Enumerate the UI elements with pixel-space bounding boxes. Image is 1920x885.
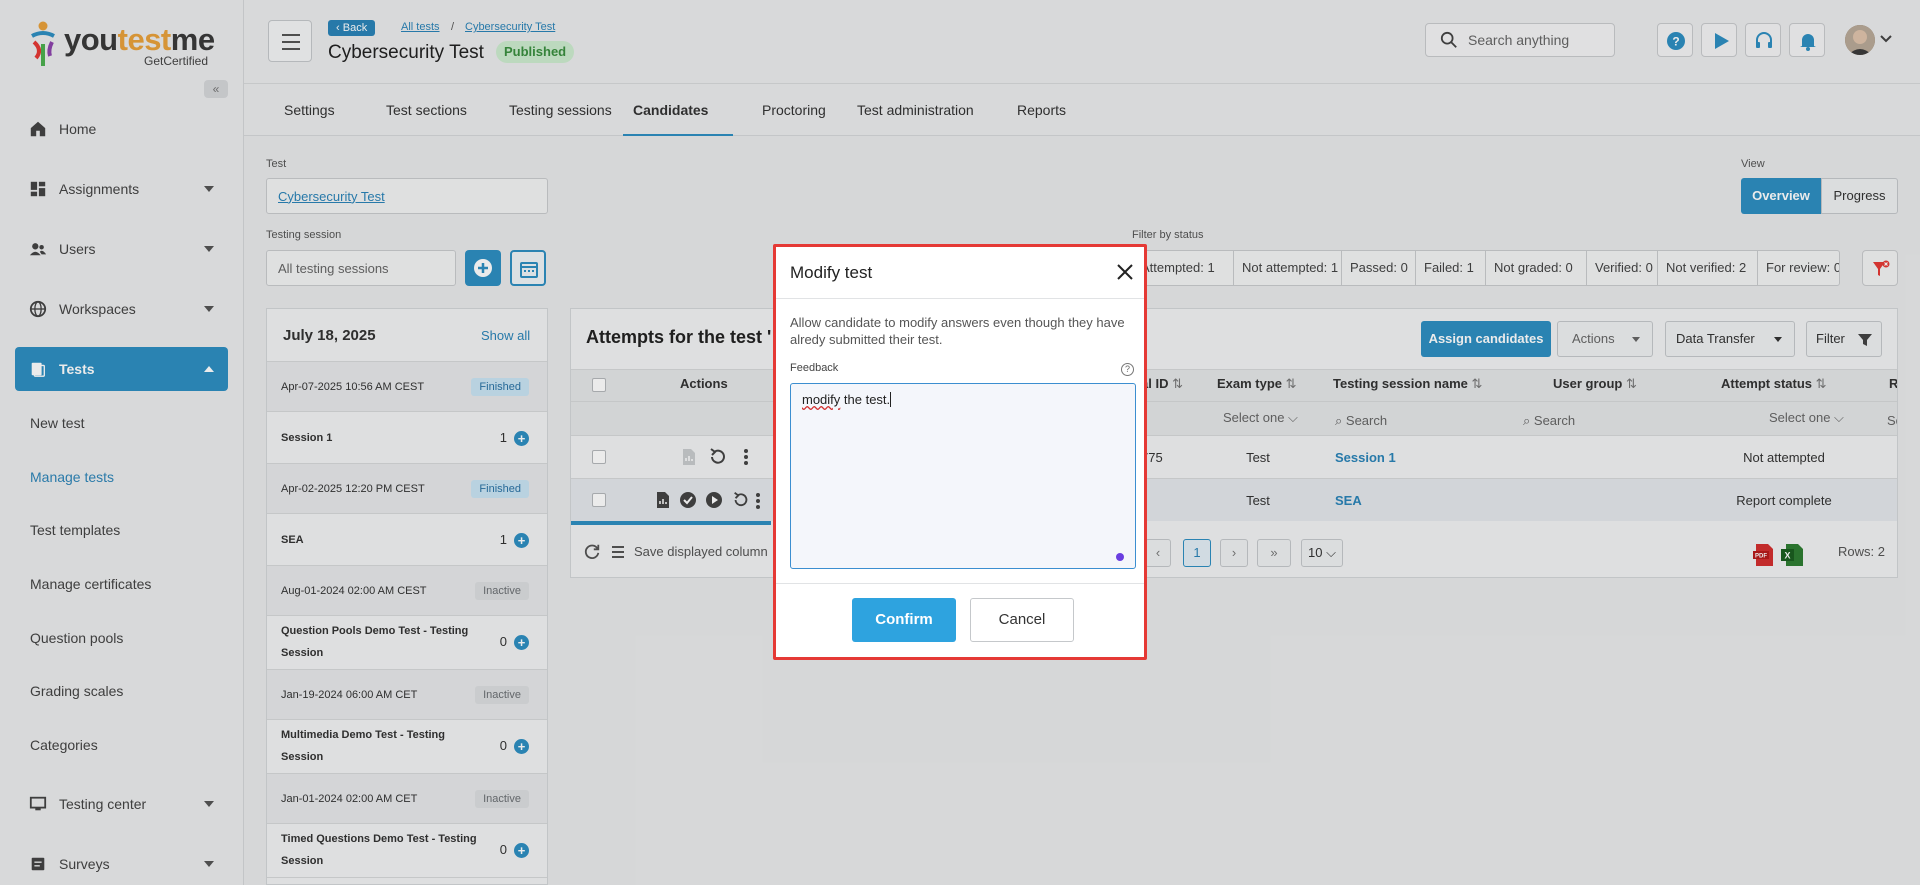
- close-icon[interactable]: [1114, 261, 1136, 283]
- app: youtestme GetCertified « Home Assignment…: [0, 0, 1920, 885]
- help-icon[interactable]: ?: [1121, 363, 1134, 376]
- confirm-button[interactable]: Confirm: [852, 598, 956, 642]
- modify-test-dialog: Modify test Allow candidate to modify an…: [773, 244, 1147, 660]
- resize-indicator-icon: [1116, 553, 1124, 561]
- feedback-label: Feedback: [790, 362, 839, 374]
- cancel-button[interactable]: Cancel: [970, 598, 1074, 642]
- feedback-textarea[interactable]: modify the test.: [790, 383, 1136, 569]
- dialog-description: Allow candidate to modify answers even t…: [790, 315, 1125, 347]
- dialog-title: Modify test: [790, 263, 873, 282]
